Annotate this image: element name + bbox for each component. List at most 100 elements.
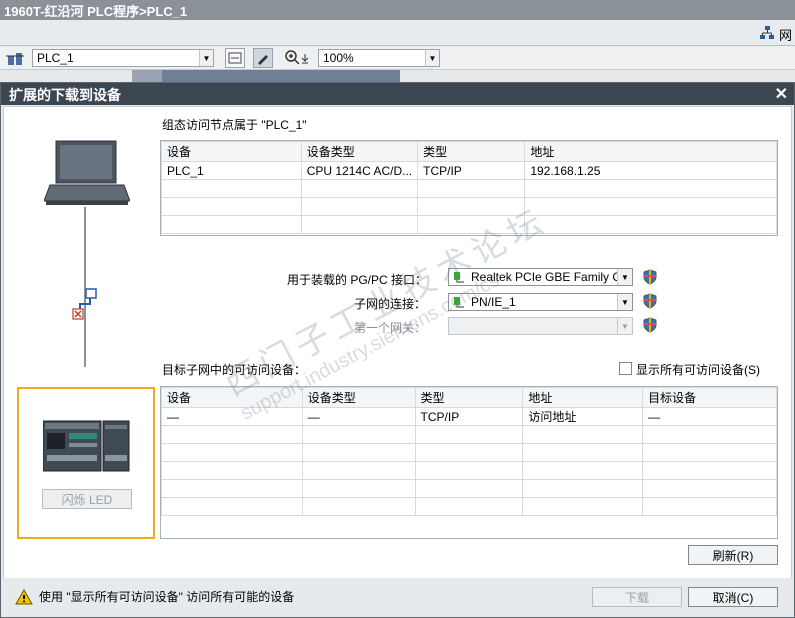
device-select[interactable]: PLC_1 ▼ — [32, 49, 214, 67]
device-icon[interactable] — [6, 50, 24, 69]
target-table-cell — [414, 461, 524, 480]
chevron-down-icon[interactable]: ▼ — [617, 269, 632, 285]
shield-icon[interactable] — [642, 269, 658, 285]
target-table-frame: 设备 设备类型 类型 地址 目标设备 — — TCP/IP 访问地址 — — [160, 386, 778, 539]
config-table-cell — [300, 179, 419, 198]
refresh-label: 刷新(R) — [712, 548, 754, 563]
dialog-footer: 使用 "显示所有可访问设备" 访问所有可能的设备 下载 取消(C) — [3, 578, 792, 616]
target-table-cell: — — [642, 407, 777, 426]
cancel-button[interactable]: 取消(C) — [688, 587, 778, 607]
target-table-row — [161, 425, 777, 444]
close-icon[interactable]: ✕ — [775, 84, 788, 104]
target-table-cell — [642, 479, 777, 498]
target-table-cell — [414, 479, 524, 498]
target-table-cell — [522, 443, 644, 462]
target-header: 目标子网中的可访问设备： — [162, 363, 307, 377]
gateway-select[interactable]: ▼ — [448, 317, 633, 335]
target-table-cell — [522, 461, 644, 480]
target-table-cell: — — [301, 407, 416, 426]
config-table-row — [161, 215, 777, 234]
target-table-cell — [642, 443, 777, 462]
pencil-icon — [258, 55, 268, 65]
subnet-value: PN/IE_1 — [471, 295, 516, 309]
app-tab-strip: 网 — [0, 20, 795, 46]
target-table-cell — [301, 497, 416, 516]
config-table-cell — [524, 197, 777, 216]
subnet-label: 子网的连接： — [354, 297, 427, 311]
gateway-label: 第一个网关： — [354, 321, 427, 335]
config-table-cell — [417, 179, 526, 198]
target-table-cell — [301, 425, 416, 444]
network-connector-icon — [70, 288, 100, 323]
dialog-body: 闪烁 LED 组态访问节点属于 "PLC_1" 设备 设备类型 类型 地址 PLC_1… — [3, 106, 792, 594]
network-icon[interactable] — [759, 25, 775, 41]
config-table-row — [161, 197, 777, 216]
config-table-row — [161, 179, 777, 198]
zoom-icon[interactable] — [284, 49, 312, 70]
config-table-row[interactable]: PLC_1 CPU 1214C AC/D... TCP/IP 192.168.1.25 — [161, 161, 777, 180]
network-view-label[interactable]: 网 — [779, 25, 792, 44]
target-table-cell — [522, 425, 644, 444]
config-table-cell — [300, 197, 419, 216]
pgpc-label: 用于装载的 PG/PC 接口： — [287, 273, 428, 287]
config-column-header[interactable]: 类型 — [417, 141, 526, 162]
chevron-down-icon[interactable]: ▼ — [425, 50, 439, 66]
config-table-cell — [161, 215, 302, 234]
laptop-icon — [43, 139, 131, 210]
target-device-panel[interactable]: 闪烁 LED — [17, 387, 155, 539]
refresh-button[interactable]: 刷新(R) — [688, 545, 778, 565]
target-table-cell — [414, 443, 524, 462]
target-column-header[interactable]: 设备 — [161, 387, 303, 408]
target-table-cell — [161, 443, 303, 462]
download-dialog: 扩展的下载到设备 ✕ 闪烁 LED 组态访问节点属于 "PLC_1" 设备 设备… — [0, 82, 795, 618]
target-table-cell: 访问地址 — [522, 407, 644, 426]
target-column-header[interactable]: 地址 — [522, 387, 644, 408]
config-table-cell: TCP/IP — [417, 161, 526, 180]
target-table-row[interactable]: — — TCP/IP 访问地址 — — [161, 407, 777, 426]
flash-led-button[interactable]: 闪烁 LED — [42, 489, 132, 509]
shield-icon[interactable] — [642, 317, 658, 333]
config-table-cell — [161, 179, 302, 198]
zoom-select[interactable]: 100% ▼ — [318, 49, 440, 67]
target-column-header[interactable]: 目标设备 — [642, 387, 777, 408]
target-column-header[interactable]: 设备类型 — [301, 387, 416, 408]
target-table-cell — [414, 497, 524, 516]
show-all-label[interactable]: 显示所有可访问设备(S) — [636, 361, 760, 378]
app-title: 1960T-红沿河 PLC程序>PLC_1 — [4, 4, 188, 19]
config-column-header[interactable]: 设备 — [161, 141, 302, 162]
target-table-cell — [301, 479, 416, 498]
show-all-checkbox[interactable] — [619, 362, 632, 375]
target-column-header[interactable]: 类型 — [414, 387, 524, 408]
target-table-cell: — — [161, 407, 303, 426]
chevron-down-icon[interactable]: ▼ — [199, 50, 213, 66]
config-table-cell — [300, 215, 419, 234]
plc-device-icon — [42, 419, 131, 478]
config-table-frame: 设备 设备类型 类型 地址 PLC_1 CPU 1214C AC/D... TCP/IP 1… — [160, 140, 778, 236]
dialog-title-bar: 扩展的下载到设备 — [1, 83, 794, 105]
target-table: 设备 设备类型 类型 地址 目标设备 — — TCP/IP 访问地址 — — [161, 387, 777, 516]
target-table-cell: TCP/IP — [414, 407, 524, 426]
config-column-header[interactable]: 设备类型 — [300, 141, 419, 162]
target-table-cell — [161, 479, 303, 498]
config-column-header[interactable]: 地址 — [524, 141, 777, 162]
target-table-cell — [522, 479, 644, 498]
config-header: 组态访问节点属于 "PLC_1" — [162, 118, 307, 132]
swap-view-button[interactable] — [225, 48, 245, 68]
subnet-select[interactable]: PN/IE_1 ▼ — [448, 293, 633, 311]
shield-icon[interactable] — [642, 293, 658, 309]
config-table-cell: PLC_1 — [161, 161, 302, 180]
target-table-cell — [642, 425, 777, 444]
chevron-down-icon[interactable]: ▼ — [617, 318, 632, 334]
pgpc-interface-select[interactable]: Realtek PCIe GBE Family Con ▼ — [448, 268, 633, 286]
download-button[interactable]: 下载 — [592, 587, 682, 607]
download-label: 下载 — [624, 590, 649, 605]
edit-view-button[interactable] — [253, 48, 273, 68]
status-text: 使用 "显示所有可访问设备" 访问所有可能的设备 — [39, 590, 295, 604]
chevron-down-icon[interactable]: ▼ — [617, 294, 632, 310]
zoom-select-value: 100% — [323, 51, 354, 65]
config-table-cell: 192.168.1.25 — [524, 161, 777, 180]
config-table-cell — [417, 215, 526, 234]
config-table-cell — [161, 197, 302, 216]
target-table-cell — [161, 497, 303, 516]
app-toolbar: PLC_1 ▼ 100% ▼ — [0, 46, 795, 70]
